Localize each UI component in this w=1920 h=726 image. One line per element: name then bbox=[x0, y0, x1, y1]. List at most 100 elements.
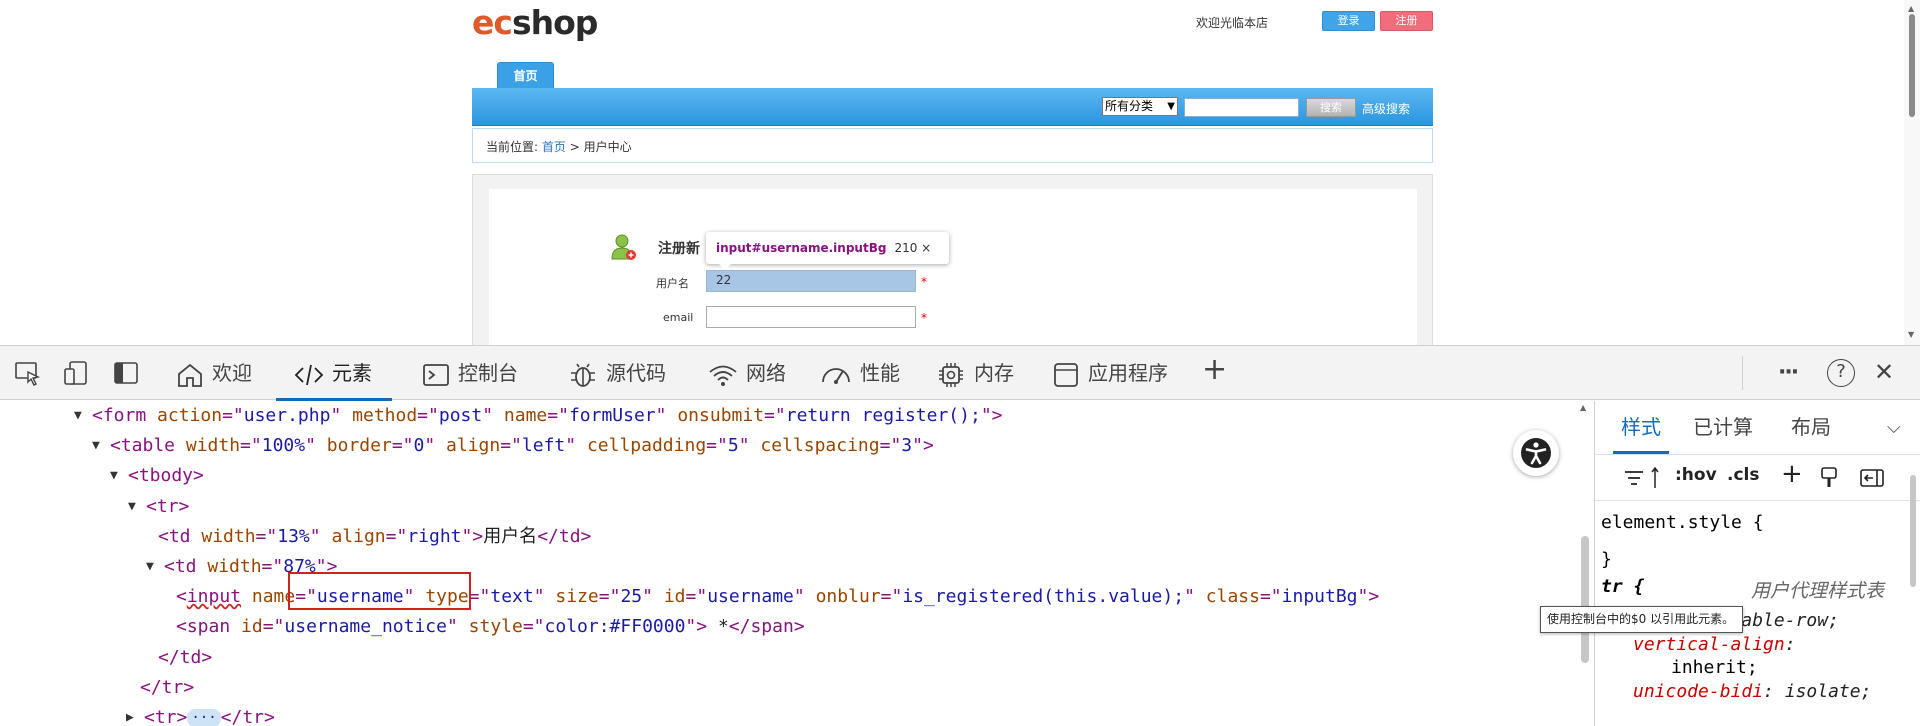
rule-close-brace: } bbox=[1601, 549, 1612, 570]
scroll-thumb[interactable] bbox=[1909, 14, 1915, 117]
chevron-down-icon: ▼ bbox=[1167, 101, 1175, 112]
tab-console[interactable]: 控制台 bbox=[422, 346, 518, 401]
tab-application[interactable]: 应用程序 bbox=[1052, 346, 1168, 401]
expand-triangle-icon[interactable]: ▼ bbox=[146, 552, 164, 582]
wifi-icon bbox=[709, 365, 737, 386]
dom-node-line[interactable]: <td width="13%" align="right">用户名</td> bbox=[158, 522, 591, 552]
dom-node-line[interactable]: </td> bbox=[158, 643, 212, 673]
home-icon bbox=[178, 363, 202, 387]
dom-node-line[interactable]: <tr> ··· </tr> bbox=[144, 703, 275, 726]
expand-triangle-icon[interactable]: ▼ bbox=[74, 401, 92, 431]
dom-node-line[interactable]: </tr> bbox=[140, 673, 194, 703]
tab-performance[interactable]: 性能 bbox=[820, 346, 900, 401]
styles-scrollbar[interactable] bbox=[1906, 459, 1920, 726]
collapsed-children-pill[interactable]: ··· bbox=[187, 709, 221, 726]
chip-icon bbox=[939, 362, 963, 387]
tab-sources[interactable]: 源代码 bbox=[568, 346, 666, 401]
paint-brush-icon[interactable] bbox=[1819, 466, 1839, 490]
category-select[interactable]: 所有分类 ▼ bbox=[1102, 97, 1178, 116]
tab-computed[interactable]: 已计算 bbox=[1693, 401, 1753, 454]
scroll-up-icon[interactable]: ▲ bbox=[1908, 4, 1914, 13]
help-icon[interactable]: ? bbox=[1827, 359, 1855, 387]
scroll-up-icon[interactable]: ▲ bbox=[1580, 403, 1586, 412]
add-tab-icon[interactable]: + bbox=[1202, 355, 1227, 385]
advanced-search-link[interactable]: 高级搜索 bbox=[1362, 100, 1410, 117]
device-emulation-icon[interactable] bbox=[62, 360, 90, 386]
breadcrumb: 当前位置: 首页 > 用户中心 bbox=[472, 128, 1433, 163]
chevron-down-icon[interactable]: ⌵ bbox=[1887, 401, 1901, 454]
close-devtools-icon[interactable]: ✕ bbox=[1874, 358, 1894, 386]
breadcrumb-current: 用户中心 bbox=[583, 140, 632, 154]
page-scrollbar[interactable]: ▲ ▼ bbox=[1904, 0, 1920, 345]
tab-elements[interactable]: 元素 bbox=[276, 346, 392, 401]
scroll-thumb[interactable] bbox=[1581, 536, 1589, 663]
styles-pane: 样式 已计算 布局 ⌵ :hov .cls + element.style { … bbox=[1594, 401, 1920, 726]
tab-network[interactable]: 网络 bbox=[708, 346, 786, 401]
accessibility-icon bbox=[1521, 438, 1551, 468]
breadcrumb-prefix: 当前位置: bbox=[486, 140, 539, 154]
register-button[interactable]: 注册 bbox=[1380, 11, 1433, 31]
console-icon bbox=[423, 363, 449, 386]
search-button[interactable]: 搜索 bbox=[1306, 98, 1356, 117]
scroll-thumb[interactable] bbox=[1910, 475, 1916, 587]
new-rule-icon[interactable]: + bbox=[1781, 459, 1803, 489]
sidebar-toggle-icon[interactable] bbox=[1859, 468, 1885, 488]
expand-triangle-icon[interactable]: ▼ bbox=[128, 492, 146, 522]
required-mark: * bbox=[921, 311, 927, 325]
site-logo[interactable]: ecshop bbox=[472, 4, 598, 42]
gauge-icon bbox=[822, 367, 850, 384]
console-hint-tooltip: 使用控制台中的$0 以引用此元素。 bbox=[1540, 606, 1743, 633]
register-form-area bbox=[489, 189, 1417, 345]
bug-icon bbox=[571, 363, 595, 387]
dom-node-line[interactable]: <tbody> bbox=[128, 461, 204, 491]
collapse-triangle-icon[interactable]: ▶ bbox=[126, 703, 144, 726]
tab-styles[interactable]: 样式 bbox=[1613, 401, 1669, 454]
email-input[interactable] bbox=[706, 306, 916, 328]
breadcrumb-home-link[interactable]: 首页 bbox=[542, 140, 566, 154]
pin-icon[interactable] bbox=[1649, 466, 1661, 490]
app-icon bbox=[1054, 362, 1078, 387]
username-input[interactable] bbox=[706, 270, 916, 292]
code-icon bbox=[294, 364, 324, 385]
required-mark: * bbox=[921, 275, 927, 289]
dom-node-line[interactable]: <span id="username_notice" style="color:… bbox=[176, 612, 805, 642]
highlight-box bbox=[288, 572, 471, 610]
nav-tab-home[interactable]: 首页 bbox=[497, 62, 554, 88]
screen: ecshop 欢迎光临本店 登录 注册 首页 所有分类 ▼ 搜索 高级搜索 当前位… bbox=[0, 0, 1920, 726]
hover-state-toggle[interactable]: :hov bbox=[1675, 465, 1717, 485]
dock-side-icon[interactable] bbox=[112, 360, 140, 386]
styles-toolbar: :hov .cls + bbox=[1595, 454, 1920, 501]
tab-layout[interactable]: 布局 bbox=[1791, 401, 1831, 454]
accessibility-button[interactable] bbox=[1513, 430, 1559, 476]
email-label: email bbox=[663, 311, 694, 324]
tab-memory[interactable]: 内存 bbox=[936, 346, 1014, 401]
webpage-viewport: ecshop 欢迎光临本店 登录 注册 首页 所有分类 ▼ 搜索 高级搜索 当前位… bbox=[0, 0, 1920, 345]
style-property[interactable]: unicode-bidi: isolate; bbox=[1633, 678, 1871, 706]
more-options-icon[interactable]: ··· bbox=[1778, 360, 1799, 386]
dom-node-line[interactable]: <form action="user.php" method="post" na… bbox=[92, 401, 1003, 431]
dom-node-line[interactable]: <table width="100%" border="0" align="le… bbox=[110, 431, 934, 461]
tr-rule-selector[interactable]: tr { bbox=[1601, 573, 1644, 601]
register-title: 注册新 bbox=[658, 241, 700, 257]
inspect-element-icon[interactable] bbox=[14, 360, 42, 386]
welcome-text: 欢迎光临本店 bbox=[1196, 16, 1269, 30]
user-agent-stylesheet-label: 用户代理样式表 bbox=[1751, 580, 1885, 602]
expand-triangle-icon[interactable]: ▼ bbox=[110, 461, 128, 491]
devtools-toolbar: 欢迎 元素 控制台 × 源代码 网络 性能 内存 应用程序 + ··· ? ✕ bbox=[0, 345, 1920, 726]
scroll-down-icon[interactable]: ▼ bbox=[1908, 330, 1914, 339]
filter-icon[interactable] bbox=[1623, 468, 1645, 488]
tooltip-selector: input#username.inputBg bbox=[716, 241, 887, 255]
element-style-rule[interactable]: element.style { bbox=[1601, 509, 1764, 537]
login-button[interactable]: 登录 bbox=[1322, 11, 1375, 31]
search-input[interactable] bbox=[1184, 98, 1299, 117]
class-toggle[interactable]: .cls bbox=[1727, 465, 1759, 485]
breadcrumb-separator: > bbox=[569, 140, 580, 154]
username-label: 用户名 bbox=[656, 277, 689, 290]
elements-dom-tree: ▼ <form action="user.php" method="post" n… bbox=[0, 401, 1592, 726]
tab-welcome[interactable]: 欢迎 bbox=[176, 346, 252, 401]
user-add-icon bbox=[611, 234, 636, 260]
elements-scrollbar[interactable]: ▲ bbox=[1578, 401, 1592, 726]
inspect-tooltip: input#username.inputBg 210 × 22 bbox=[706, 232, 949, 287]
dom-node-line[interactable]: <tr> bbox=[146, 492, 189, 522]
expand-triangle-icon[interactable]: ▼ bbox=[92, 431, 110, 461]
